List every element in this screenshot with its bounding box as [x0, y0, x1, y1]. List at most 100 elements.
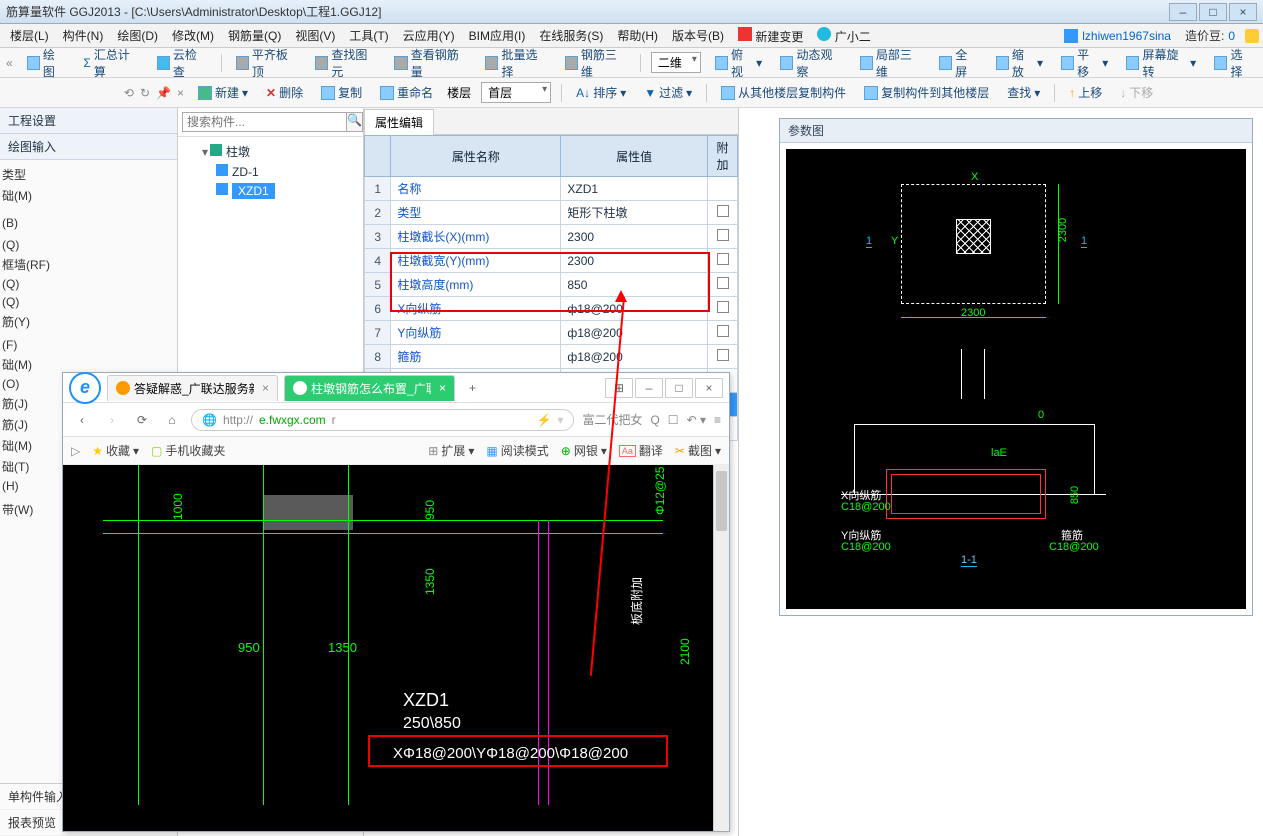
tool-down[interactable]: ↓下移 [1116, 82, 1157, 103]
new-tab-button[interactable]: + [461, 379, 484, 397]
flash-icon[interactable]: ⚡ [536, 413, 551, 427]
prop-value[interactable]: ф18@200 [561, 321, 708, 345]
tool-rotate[interactable]: 屏幕旋转 ▾ [1122, 44, 1200, 82]
tool-rebar3d[interactable]: 钢筋三维 [561, 44, 630, 82]
property-row[interactable]: 5 柱墩高度(mm) 850 [365, 273, 738, 297]
tree-node[interactable]: (Q) [2, 293, 175, 311]
prop-value[interactable]: 2300 [561, 225, 708, 249]
user-label[interactable]: lzhiwen1967sina [1064, 29, 1171, 43]
tree-root[interactable]: ▾柱墩 [182, 141, 359, 162]
floor-combo[interactable]: 首层 [481, 82, 551, 103]
tool-copy[interactable]: 复制 [317, 82, 366, 103]
tool-delete[interactable]: ✕删除 [262, 82, 307, 103]
left-pin-icon[interactable]: 📌 [156, 86, 171, 100]
browser-close-button[interactable]: × [695, 378, 723, 398]
tool-up[interactable]: ↑上移 [1065, 82, 1106, 103]
property-row[interactable]: 6 X向纵筋 ф18@200 [365, 297, 738, 321]
tree-node[interactable]: 框墙(RF) [2, 254, 175, 275]
panel-project[interactable]: 工程设置 [0, 108, 177, 134]
view-mode-combo[interactable]: 二维 [651, 52, 701, 73]
tool-local3d[interactable]: 局部三维 [856, 44, 925, 82]
tab-close-icon[interactable]: × [439, 381, 446, 395]
tree-child[interactable]: ZD-1 [182, 162, 359, 181]
browser-tool-icon[interactable]: ⊞ [605, 378, 633, 398]
tool-zoom[interactable]: 缩放 ▾ [992, 44, 1047, 82]
bookmark-icon[interactable]: ☐ [668, 413, 679, 427]
tool-copyto[interactable]: 复制构件到其他楼层 [860, 82, 993, 103]
undo-icon[interactable]: ↶ ▾ [687, 413, 706, 427]
property-row[interactable]: 3 柱墩截长(X)(mm) 2300 [365, 225, 738, 249]
tool-batchsel[interactable]: 批量选择 [481, 44, 550, 82]
search-preview[interactable]: 富二代把女 [582, 411, 642, 428]
browser-maximize-button[interactable]: □ [665, 378, 693, 398]
tool-new[interactable]: 新建 ▾ [194, 82, 252, 103]
tool-sort[interactable]: A↓排序 ▾ [572, 82, 630, 103]
minimize-button[interactable]: – [1169, 3, 1197, 21]
prop-add[interactable] [708, 321, 738, 345]
prop-value[interactable]: 2300 [561, 249, 708, 273]
prop-add[interactable] [708, 225, 738, 249]
tool-orbit[interactable]: 动态观察 [776, 44, 845, 82]
nav-back-button[interactable]: ‹ [71, 409, 93, 431]
close-button[interactable]: × [1229, 3, 1257, 21]
prop-value[interactable]: 850 [561, 273, 708, 297]
toolbar-bank[interactable]: ⊕网银 ▾ [561, 442, 607, 459]
nav-home-button[interactable]: ⌂ [161, 409, 183, 431]
tab-close-icon[interactable]: × [262, 381, 269, 395]
bookmark-mobile[interactable]: ▢手机收藏夹 [151, 442, 225, 459]
prop-add[interactable] [708, 297, 738, 321]
toolbar-ext[interactable]: ⊞扩展 ▾ [428, 442, 474, 459]
menu-icon[interactable]: ≡ [714, 413, 721, 427]
prop-value[interactable]: 矩形下柱墩 [561, 201, 708, 225]
left-close-icon[interactable]: × [177, 86, 184, 100]
tool-rename[interactable]: 重命名 [376, 82, 437, 103]
prop-value[interactable]: ф18@200 [561, 345, 708, 369]
search-input[interactable] [182, 112, 347, 132]
tool-fullscreen[interactable]: 全屏 [935, 44, 982, 82]
prop-add[interactable] [708, 273, 738, 297]
nav-forward-button[interactable]: › [101, 409, 123, 431]
tab-properties[interactable]: 属性编辑 [364, 109, 434, 135]
property-row[interactable]: 2 类型 矩形下柱墩 [365, 201, 738, 225]
prop-add[interactable] [708, 249, 738, 273]
toolbar-read[interactable]: ▦阅读模式 [486, 442, 548, 459]
prop-value[interactable]: XZD1 [561, 177, 708, 201]
tool-draw[interactable]: 绘图 [23, 44, 70, 82]
tree-node[interactable]: (F) [2, 336, 175, 354]
maximize-button[interactable]: □ [1199, 3, 1227, 21]
tree-node[interactable]: 类型 [2, 164, 175, 185]
bell-icon[interactable] [1245, 29, 1259, 43]
prop-add[interactable] [708, 177, 738, 201]
tool-find[interactable]: 查找图元 [311, 44, 380, 82]
browser-window[interactable]: e 答疑解惑_广联达服务新干线 × 柱墩钢筋怎么布置_广联达服 × + ⊞ – … [62, 372, 730, 832]
search-button[interactable]: 🔍 [347, 112, 363, 132]
browser-tab-1[interactable]: 答疑解惑_广联达服务新干线 × [107, 375, 278, 401]
tool-select[interactable]: 选择 [1210, 44, 1257, 82]
nav-reload-button[interactable]: ⟳ [131, 409, 153, 431]
content-scrollbar[interactable] [713, 465, 729, 831]
tool-pan[interactable]: 平移 ▾ [1057, 44, 1112, 82]
tree-node[interactable]: 础(M) [2, 185, 175, 206]
tree-node[interactable]: (B) [2, 214, 175, 232]
search-icon[interactable]: Q [650, 413, 659, 427]
property-row[interactable]: 7 Y向纵筋 ф18@200 [365, 321, 738, 345]
tool-sum[interactable]: Σ汇总计算 [79, 44, 142, 82]
tool-topview[interactable]: 俯视 ▾ [711, 44, 766, 82]
tool-copyfrom[interactable]: 从其他楼层复制构件 [717, 82, 850, 103]
panel-drawinput[interactable]: 绘图输入 [0, 134, 177, 160]
tree-node[interactable]: (Q) [2, 275, 175, 293]
tool-findcomp[interactable]: 查找 ▾ [1003, 82, 1044, 103]
tool-flat[interactable]: 平齐板顶 [232, 44, 301, 82]
property-row[interactable]: 1 名称 XZD1 [365, 177, 738, 201]
toolbar-translate[interactable]: Aa翻译 [619, 442, 663, 459]
browser-tab-2[interactable]: 柱墩钢筋怎么布置_广联达服 × [284, 375, 455, 401]
tool-filter[interactable]: ▼过滤 ▾ [640, 82, 696, 103]
tool-cloudcheck[interactable]: 云检查 [153, 44, 211, 82]
property-row[interactable]: 4 柱墩截宽(Y)(mm) 2300 [365, 249, 738, 273]
prop-value[interactable]: ф18@200 [561, 297, 708, 321]
prop-add[interactable] [708, 201, 738, 225]
bookmark-expand-icon[interactable]: ▷ [71, 444, 80, 458]
address-bar[interactable]: 🌐 http://e.fwxgx.comr ⚡ ▾ [191, 409, 574, 431]
tree-child-selected[interactable]: XZD1 [182, 181, 359, 201]
bookmark-fav[interactable]: ★收藏 ▾ [92, 442, 139, 459]
